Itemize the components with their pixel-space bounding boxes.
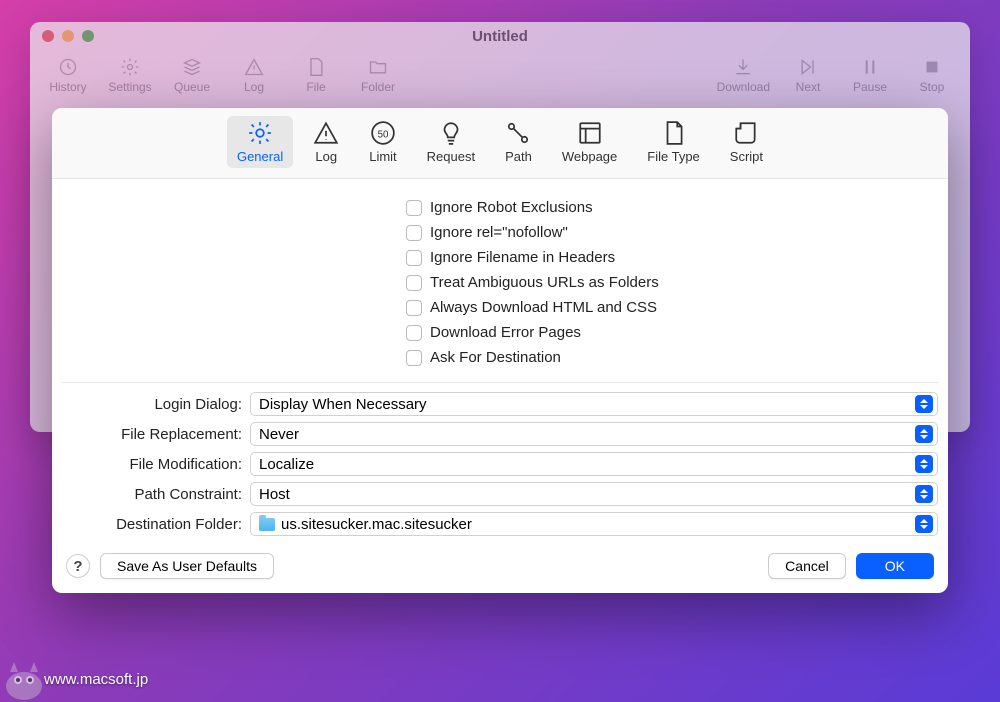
divider (62, 382, 938, 383)
checkbox-download-html-css[interactable] (406, 300, 422, 316)
select-rows: Login Dialog: Display When Necessary Fil… (52, 389, 948, 539)
folder-icon (367, 56, 389, 78)
checkbox-ignore-filename[interactable] (406, 250, 422, 266)
select-value: us.sitesucker.mac.sitesucker (281, 516, 472, 533)
chevron-updown-icon (915, 515, 933, 533)
tab-label: Script (730, 149, 763, 164)
mascot-icon (0, 658, 48, 702)
path-constraint-label: Path Constraint: (62, 486, 242, 503)
main-toolbar: History Settings Queue Log File Folder D… (30, 50, 970, 94)
warning-icon (243, 56, 265, 78)
tab-script[interactable]: Script (720, 116, 773, 168)
check-label: Ignore rel="nofollow" (430, 224, 568, 241)
window-title: Untitled (30, 28, 970, 45)
clock-icon (57, 56, 79, 78)
toolbar-next[interactable]: Next (784, 56, 832, 94)
save-defaults-button[interactable]: Save As User Defaults (100, 553, 274, 579)
chevron-updown-icon (915, 425, 933, 443)
select-value: Never (259, 426, 299, 443)
destination-folder-label: Destination Folder: (62, 516, 242, 533)
path-constraint-select[interactable]: Host (250, 482, 938, 506)
login-dialog-label: Login Dialog: (62, 396, 242, 413)
svg-text:50: 50 (378, 129, 389, 140)
stop-icon (921, 56, 943, 78)
toolbar-history[interactable]: History (44, 56, 92, 94)
checkbox-ask-destination[interactable] (406, 350, 422, 366)
help-button[interactable]: ? (66, 554, 90, 578)
tabbar: General Log 50 Limit Request Path Webpag… (52, 108, 948, 179)
download-icon (732, 56, 754, 78)
tab-limit[interactable]: 50 Limit (359, 116, 406, 168)
tab-label: Webpage (562, 149, 617, 164)
toolbar-log[interactable]: Log (230, 56, 278, 94)
sheet-footer: ? Save As User Defaults Cancel OK (52, 539, 948, 579)
select-value: Host (259, 486, 290, 503)
tab-label: General (237, 149, 283, 164)
folder-icon (259, 518, 275, 531)
settings-sheet: General Log 50 Limit Request Path Webpag… (52, 108, 948, 593)
toolbar-download[interactable]: Download (717, 56, 770, 94)
file-modification-label: File Modification: (62, 456, 242, 473)
checkbox-ignore-robot[interactable] (406, 200, 422, 216)
tab-label: Log (315, 149, 337, 164)
chevron-updown-icon (915, 485, 933, 503)
next-icon (797, 56, 819, 78)
toolbar-pause[interactable]: Pause (846, 56, 894, 94)
chevron-updown-icon (915, 455, 933, 473)
tab-label: File Type (647, 149, 700, 164)
check-label: Ignore Robot Exclusions (430, 199, 593, 216)
pause-icon (859, 56, 881, 78)
toolbar-stop[interactable]: Stop (908, 56, 956, 94)
toolbar-folder[interactable]: Folder (354, 56, 402, 94)
tab-label: Path (505, 149, 532, 164)
stack-icon (181, 56, 203, 78)
file-replacement-select[interactable]: Never (250, 422, 938, 446)
tab-webpage[interactable]: Webpage (552, 116, 627, 168)
file-modification-select[interactable]: Localize (250, 452, 938, 476)
select-value: Display When Necessary (259, 396, 427, 413)
ok-button[interactable]: OK (856, 553, 934, 579)
checkbox-ambiguous-urls[interactable] (406, 275, 422, 291)
tab-label: Limit (369, 149, 396, 164)
tab-request[interactable]: Request (417, 116, 485, 168)
checkbox-group: Ignore Robot Exclusions Ignore rel="nofo… (406, 179, 948, 382)
tab-filetype[interactable]: File Type (637, 116, 710, 168)
check-label: Always Download HTML and CSS (430, 299, 657, 316)
gear-icon (119, 56, 141, 78)
checkbox-download-error[interactable] (406, 325, 422, 341)
tab-general[interactable]: General (227, 116, 293, 168)
checkbox-ignore-nofollow[interactable] (406, 225, 422, 241)
titlebar: Untitled (30, 22, 970, 50)
check-label: Ask For Destination (430, 349, 561, 366)
tab-label: Request (427, 149, 475, 164)
login-dialog-select[interactable]: Display When Necessary (250, 392, 938, 416)
tab-log[interactable]: Log (303, 116, 349, 168)
watermark-text: www.macsoft.jp (44, 671, 148, 688)
file-replacement-label: File Replacement: (62, 426, 242, 443)
check-label: Download Error Pages (430, 324, 581, 341)
check-label: Treat Ambiguous URLs as Folders (430, 274, 659, 291)
chevron-updown-icon (915, 395, 933, 413)
destination-folder-select[interactable]: us.sitesucker.mac.sitesucker (250, 512, 938, 536)
toolbar-queue[interactable]: Queue (168, 56, 216, 94)
toolbar-file[interactable]: File (292, 56, 340, 94)
file-icon (305, 56, 327, 78)
cancel-button[interactable]: Cancel (768, 553, 846, 579)
toolbar-settings[interactable]: Settings (106, 56, 154, 94)
check-label: Ignore Filename in Headers (430, 249, 615, 266)
tab-path[interactable]: Path (495, 116, 542, 168)
select-value: Localize (259, 456, 314, 473)
